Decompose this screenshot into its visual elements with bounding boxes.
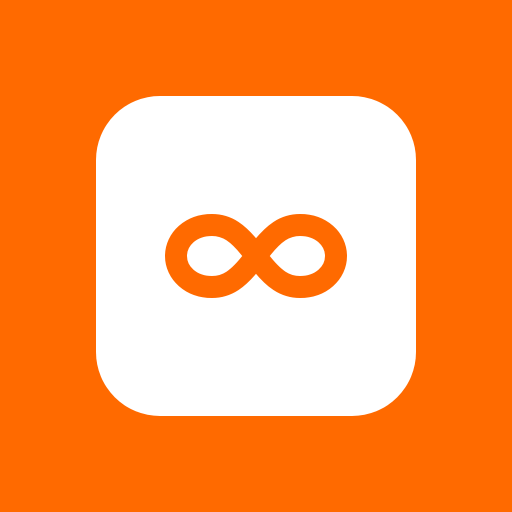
app-icon-background: { "app_icon": { "background_color": "#ff… — [0, 0, 512, 512]
infinity-icon — [165, 214, 347, 298]
app-icon-tile[interactable] — [96, 96, 416, 416]
